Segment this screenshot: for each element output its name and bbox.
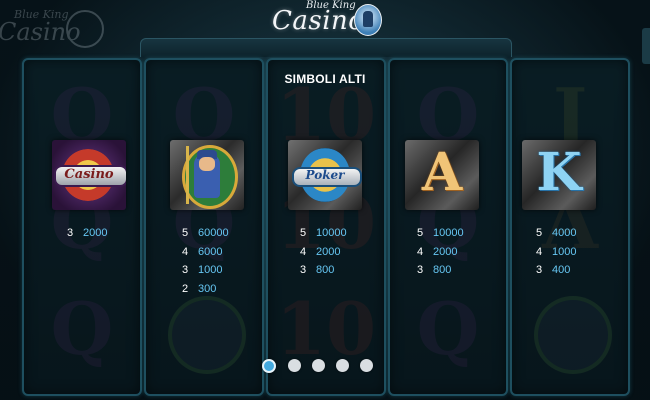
king-emblem-icon bbox=[66, 10, 104, 48]
payout-row: 4 6000 bbox=[182, 245, 223, 258]
payout-row: 3 800 bbox=[300, 264, 335, 276]
poker-symbol: Poker bbox=[288, 140, 362, 210]
king-card-symbol: K bbox=[522, 140, 596, 210]
side-menu-tab[interactable] bbox=[642, 28, 650, 64]
faded-logo: Blue King Casino bbox=[0, 6, 110, 52]
page-dot-4[interactable] bbox=[336, 359, 349, 372]
king-emblem-icon bbox=[354, 4, 382, 36]
payout-row: 4 2000 bbox=[417, 245, 458, 258]
payout-row: 5 10000 bbox=[417, 227, 464, 239]
poker-symbol-label: Poker bbox=[305, 168, 345, 182]
logo-word: Casino bbox=[272, 6, 365, 36]
king-face-icon bbox=[199, 157, 215, 171]
payout-row: 5 10000 bbox=[300, 227, 347, 239]
casino-symbol-label: Casino bbox=[64, 167, 114, 182]
payout-list-casino: 3 2000 bbox=[67, 224, 167, 243]
payout-row: 3 400 bbox=[536, 264, 571, 276]
paytable-title: SIMBOLI ALTI bbox=[284, 72, 366, 86]
ace-letter: A bbox=[421, 142, 463, 203]
payout-list-poker: 5 10000 4 2000 3 800 bbox=[300, 224, 400, 280]
payout-list-blue-king: 5 60000 4 6000 3 1000 2 300 bbox=[182, 224, 282, 298]
blue-king-symbol bbox=[170, 140, 244, 210]
reel-frame-top bbox=[140, 38, 512, 57]
payout-row: 3 1000 bbox=[182, 264, 223, 276]
payout-row: 2 300 bbox=[182, 282, 217, 295]
payout-list-ace: 5 10000 4 2000 3 800 bbox=[417, 224, 517, 280]
casino-symbol: Casino bbox=[52, 140, 126, 210]
page-dot-3[interactable] bbox=[312, 359, 325, 372]
page-dot-2[interactable] bbox=[288, 359, 301, 372]
payout-row: 3 800 bbox=[417, 264, 452, 276]
payout-list-king-card: 5 4000 4 1000 3 400 bbox=[536, 224, 636, 280]
ace-symbol: A bbox=[405, 140, 479, 210]
payout-row: 3 2000 bbox=[67, 227, 108, 239]
payout-row: 5 60000 bbox=[182, 227, 229, 239]
k-letter: K bbox=[536, 142, 582, 203]
payout-row: 4 2000 bbox=[300, 245, 341, 258]
blue-king-casino-logo: Blue King Casino bbox=[268, 0, 388, 40]
page-dot-5[interactable] bbox=[360, 359, 373, 372]
payout-row: 4 1000 bbox=[536, 245, 577, 258]
page-dot-1[interactable] bbox=[262, 359, 276, 373]
payout-row: 5 4000 bbox=[536, 227, 577, 239]
